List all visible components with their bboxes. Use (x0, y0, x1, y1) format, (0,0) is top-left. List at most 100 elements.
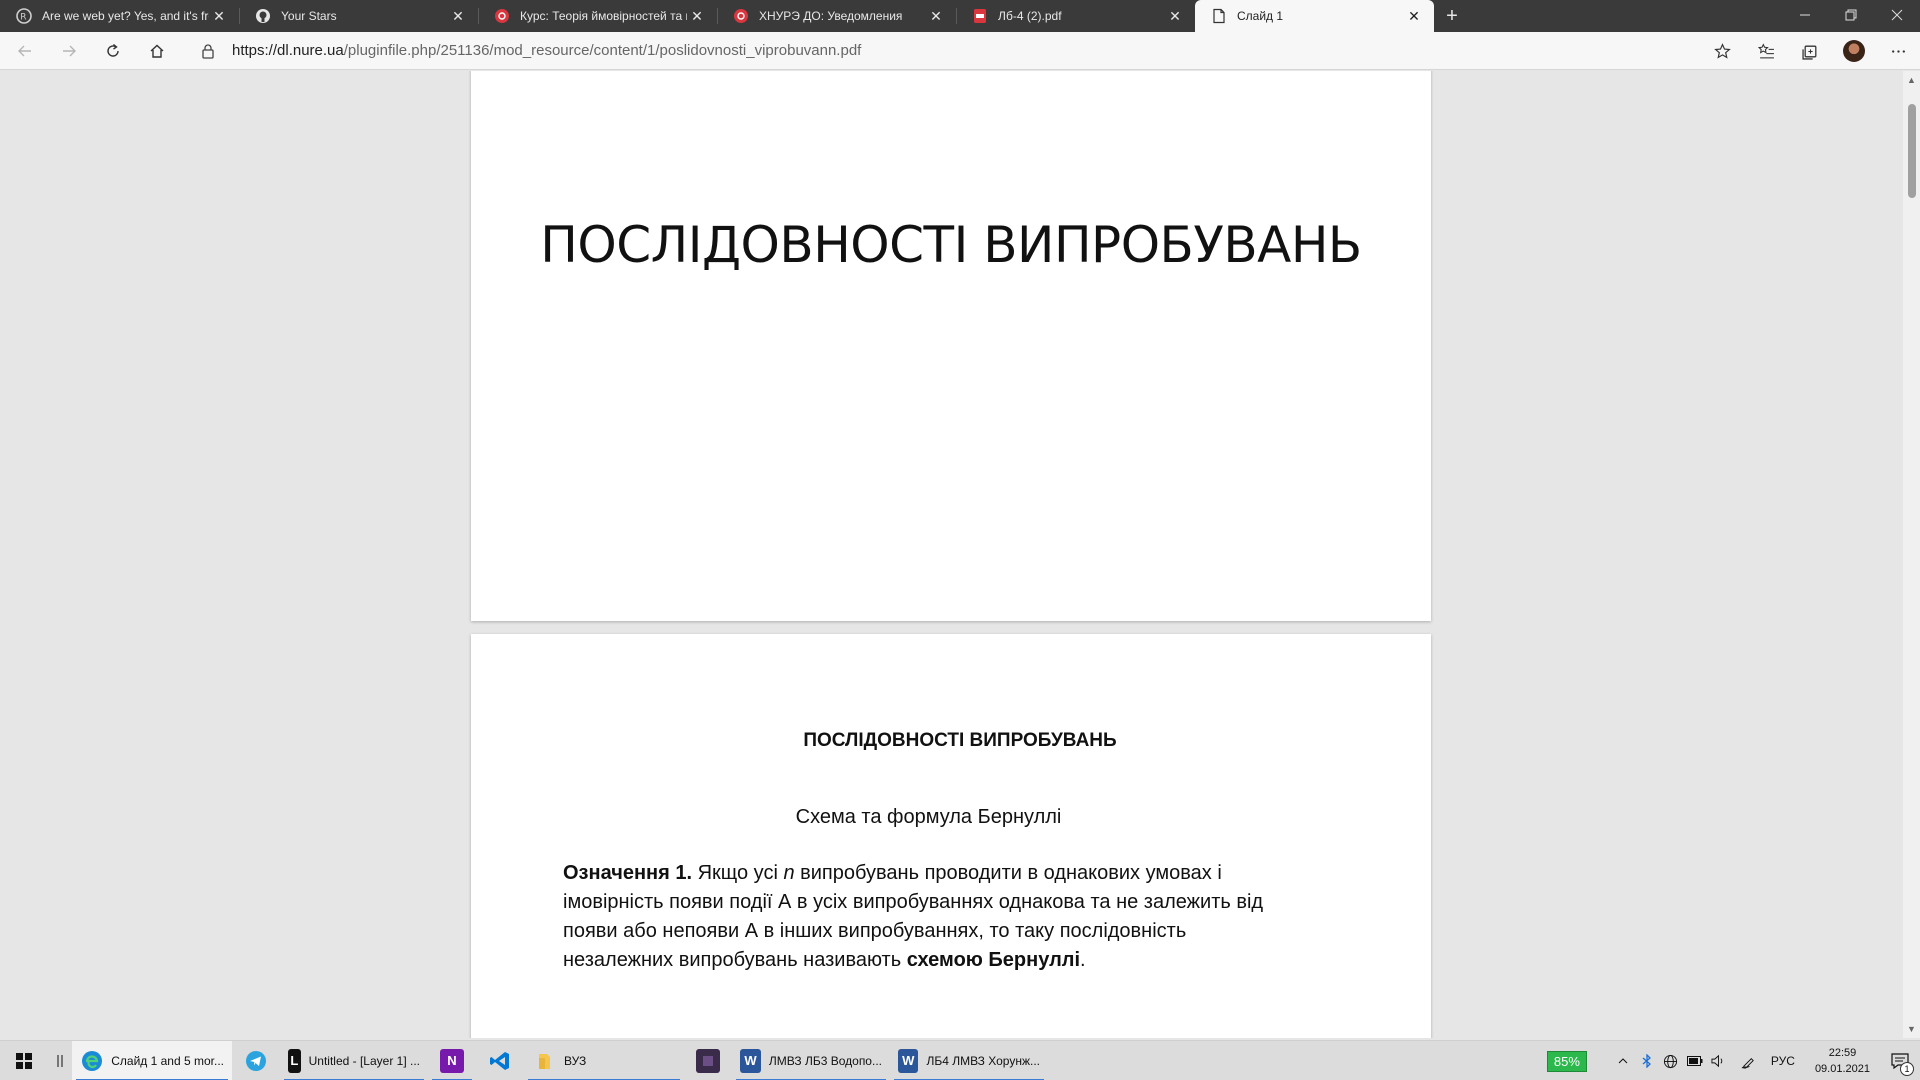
app-l-icon: L (288, 1048, 301, 1073)
favorites-list-icon (1757, 42, 1774, 58)
more-options-icon (1891, 49, 1905, 53)
lock-icon[interactable] (200, 43, 216, 59)
taskbar-item-folder[interactable]: ВУЗ (524, 1041, 684, 1080)
taskbar-item-edge[interactable]: Слайд 1 and 5 mor... (72, 1040, 232, 1080)
definition-paragraph: Означення 1. Якщо усі n випробувань пров… (563, 859, 1283, 975)
document-icon (1211, 8, 1227, 24)
home-icon (150, 44, 164, 58)
taskbar-item-dark-app[interactable] (684, 1041, 732, 1080)
pdf-icon (972, 8, 988, 24)
definition-end: . (1080, 949, 1086, 971)
battery-percentage-widget[interactable]: 85% (1546, 1050, 1587, 1072)
refresh-button[interactable] (94, 35, 132, 67)
taskbar-item-word-2[interactable]: W ЛБ4 ЛМВЗ Хорунж... (890, 1041, 1048, 1080)
taskbar-item-label: Слайд 1 and 5 mor... (111, 1053, 224, 1068)
slide-title: ПОСЛІДОВНОСТІ ВИПРОБУВАНЬ (540, 216, 1362, 274)
scrollbar-thumb[interactable] (1908, 104, 1916, 198)
taskbar-item-label: Untitled - [Layer 1] ... (308, 1053, 420, 1068)
taskbar: Слайд 1 and 5 mor... L Untitled - [Layer… (0, 1040, 1920, 1080)
definition-term: схемою Бернуллі (906, 949, 1081, 971)
settings-menu-button[interactable] (1876, 35, 1920, 67)
close-icon[interactable]: ✕ (209, 6, 229, 26)
tab-strip: R Are we web yet? Yes, and it's freaking… (0, 0, 1920, 32)
onenote-icon: N (440, 1048, 464, 1073)
pdf-viewer[interactable]: ПОСЛІДОВНОСТІ ВИПРОБУВАНЬ ПОСЛІДОВНОСТІ … (0, 71, 1920, 1038)
tab-title: Курс: Теорія ймовірностей та математично… (520, 9, 687, 23)
avatar (1843, 40, 1865, 62)
close-icon[interactable]: ✕ (687, 6, 707, 26)
bluetooth-icon[interactable] (1635, 1041, 1659, 1080)
tab-course[interactable]: Курс: Теорія ймовірностей та математично… (478, 0, 717, 32)
scroll-down-icon[interactable]: ▼ (1907, 1024, 1916, 1034)
close-icon[interactable]: ✕ (1165, 6, 1185, 26)
clock-date: 09.01.2021 (1814, 1063, 1870, 1075)
back-button[interactable] (6, 35, 44, 67)
restore-icon[interactable] (1828, 0, 1874, 30)
back-arrow-icon (18, 45, 31, 56)
word-icon: W (740, 1048, 761, 1073)
taskbar-item-label: ЛМВЗ ЛБ3 Водопо... (768, 1053, 882, 1068)
close-icon[interactable]: ✕ (1404, 6, 1424, 26)
vertical-scrollbar[interactable]: ▲ ▼ (1903, 71, 1920, 1038)
taskbar-item-word-1[interactable]: W ЛМВЗ ЛБ3 Водопо... (732, 1041, 890, 1080)
tab-notifications[interactable]: ХНУРЭ ДО: Уведомления ✕ (717, 0, 956, 32)
battery-icon[interactable] (1683, 1041, 1707, 1080)
tab-title: Слайд 1 (1237, 9, 1284, 23)
tab-lb4-pdf[interactable]: Лб-4 (2).pdf ✕ (956, 0, 1195, 32)
minimize-icon[interactable] (1782, 0, 1828, 30)
profile-button[interactable] (1832, 35, 1876, 67)
action-center-button[interactable]: 1 (1880, 1041, 1920, 1080)
collections-button[interactable] (1788, 35, 1832, 67)
close-icon[interactable]: ✕ (448, 6, 468, 26)
page-heading: ПОСЛІДОВНОСТІ ВИПРОБУВАНЬ (803, 730, 1117, 751)
pen-workspace-icon[interactable] (1737, 1041, 1761, 1080)
taskbar-item-label: ЛБ4 ЛМВЗ Хорунж... (926, 1053, 1040, 1068)
tab-title: ХНУРЭ ДО: Уведомления (759, 9, 903, 23)
tab-your-stars[interactable]: Your Stars ✕ (239, 0, 478, 32)
favorite-button[interactable] (1700, 35, 1744, 67)
notification-count-badge: 1 (1900, 1062, 1914, 1076)
address-bar[interactable]: https://dl.nure.ua/pluginfile.php/251136… (232, 42, 861, 59)
tab-title: Лб-4 (2).pdf (998, 9, 1062, 23)
close-icon[interactable]: ✕ (926, 6, 946, 26)
tab-slide-1[interactable]: Слайд 1 ✕ (1195, 0, 1434, 32)
start-button[interactable] (0, 1041, 48, 1080)
network-globe-icon[interactable] (1659, 1041, 1683, 1080)
page-subheading: Схема та формула Бернуллі (795, 806, 1062, 828)
favorites-button[interactable] (1744, 35, 1788, 67)
input-language[interactable]: РУС (1761, 1054, 1805, 1068)
vscode-icon (488, 1049, 512, 1073)
url-host: https://dl.nure.ua (232, 42, 344, 59)
new-tab-button[interactable]: + (1438, 0, 1466, 32)
tab-title: Are we web yet? Yes, and it's freaking f… (42, 9, 209, 23)
telegram-icon (244, 1049, 268, 1073)
collections-icon (1801, 45, 1816, 60)
volume-icon[interactable] (1707, 1041, 1731, 1080)
forward-arrow-icon (63, 45, 76, 56)
word-icon: W (898, 1048, 919, 1073)
tab-are-we-web-yet[interactable]: R Are we web yet? Yes, and it's freaking… (0, 0, 239, 32)
refresh-icon (107, 43, 119, 57)
pdf-page-1: ПОСЛІДОВНОСТІ ВИПРОБУВАНЬ (471, 71, 1431, 621)
system-tray: 85% РУС 22:59 09.01.2021 1 (1546, 1041, 1920, 1080)
rust-logo-icon: R (16, 8, 32, 24)
close-window-icon[interactable] (1874, 0, 1920, 30)
taskbar-item-onenote[interactable]: N (428, 1041, 476, 1080)
definition-label: Означення 1. (563, 862, 693, 884)
nure-logo-icon (733, 8, 749, 24)
window-controls (1782, 0, 1920, 30)
github-icon (255, 8, 271, 24)
taskbar-item-vscode[interactable] (476, 1041, 524, 1080)
taskbar-item-telegram[interactable] (232, 1041, 280, 1080)
forward-button[interactable] (50, 35, 88, 67)
home-button[interactable] (138, 35, 176, 67)
tab-title: Your Stars (281, 9, 337, 23)
definition-variable: n (783, 862, 795, 884)
task-view-button[interactable] (48, 1041, 72, 1080)
taskbar-item-untitled[interactable]: L Untitled - [Layer 1] ... (280, 1041, 428, 1080)
show-hidden-icons[interactable] (1611, 1041, 1635, 1080)
scroll-up-icon[interactable]: ▲ (1907, 75, 1916, 85)
toolbar-actions (1700, 35, 1920, 67)
clock[interactable]: 22:59 09.01.2021 (1805, 1045, 1880, 1077)
address-toolbar: https://dl.nure.ua/pluginfile.php/251136… (0, 32, 1920, 70)
